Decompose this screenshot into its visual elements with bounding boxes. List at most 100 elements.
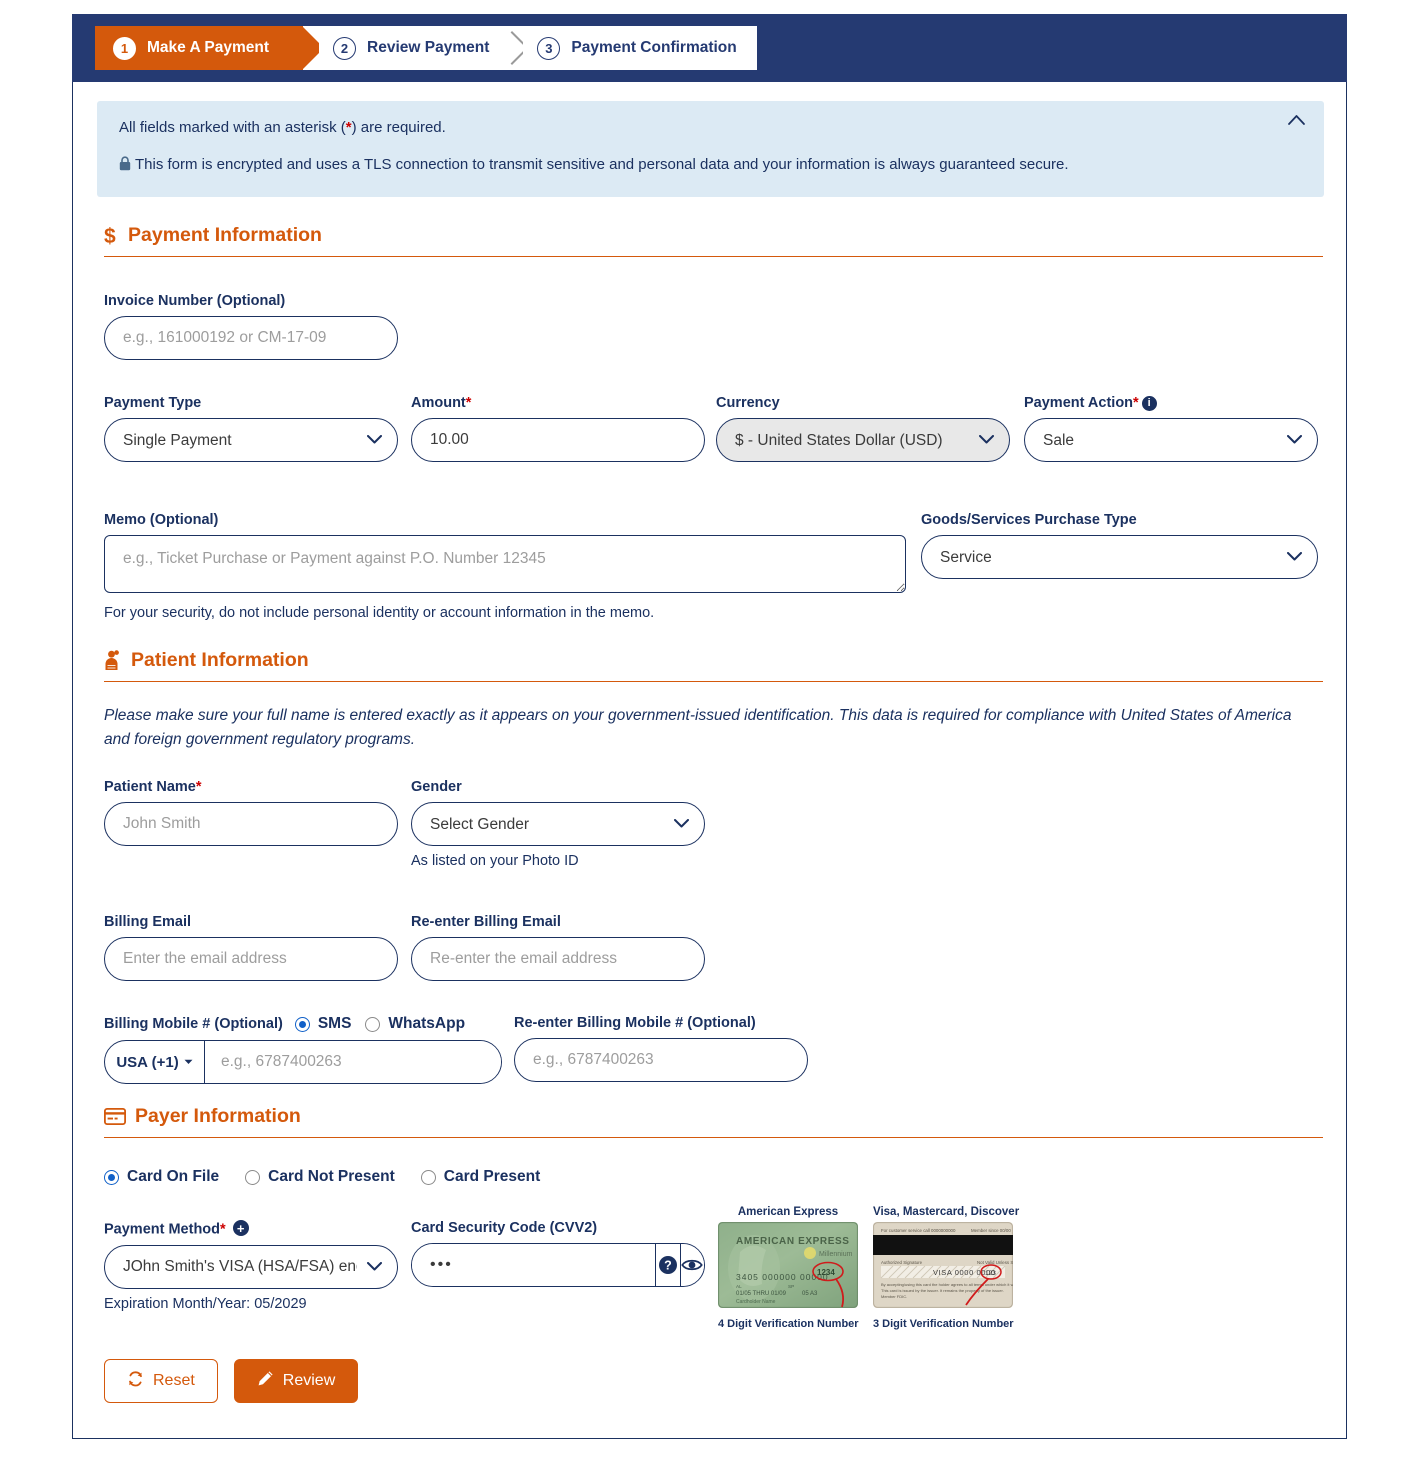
gender-select[interactable]: Select Gender [411, 802, 705, 846]
patient-name-input[interactable] [104, 802, 398, 846]
svg-text:05 A3: 05 A3 [802, 1291, 818, 1297]
payment-action-required-star: * [1133, 395, 1139, 411]
patient-name-label-text: Patient Name [104, 779, 196, 795]
svg-text:Not Valid Unless Signed: Not Valid Unless Signed [977, 1260, 1013, 1265]
cvv-input-group: ? [411, 1243, 705, 1287]
patient-name-field: Patient Name* [104, 779, 398, 846]
invoice-number-input[interactable] [104, 316, 398, 360]
review-button[interactable]: Review [233, 1359, 359, 1403]
step-make-a-payment[interactable]: 1 Make A Payment [95, 26, 325, 70]
patient-name-label: Patient Name* [104, 779, 398, 795]
reset-button-label: Reset [153, 1372, 195, 1389]
patient-information-note: Please make sure your full name is enter… [104, 707, 1292, 749]
card-on-file-radio[interactable]: Card On File [104, 1168, 219, 1186]
gender-label: Gender [411, 779, 462, 795]
card-on-file-radio-indicator [104, 1169, 119, 1185]
svg-text:Member FDIC.: Member FDIC. [881, 1294, 907, 1299]
svg-text:1234: 1234 [817, 1268, 835, 1277]
lock-icon [119, 156, 131, 177]
svg-text:01/05 THRU 01/09: 01/05 THRU 01/09 [736, 1291, 787, 1297]
currency-field: Currency $ - United States Dollar (USD) [716, 395, 1010, 462]
billing-mobile-field: Billing Mobile # (Optional) SMS WhatsApp… [104, 1015, 502, 1084]
amex-card-image: AMERICAN EXPRESS Millennium 3405 000000 … [718, 1222, 858, 1308]
reset-button[interactable]: Reset [104, 1359, 218, 1403]
svg-text:Millennium: Millennium [819, 1251, 853, 1258]
svg-text:Member since 00/00: Member since 00/00 [971, 1228, 1011, 1233]
payment-information-title-row: $ Payment Information [104, 224, 1323, 247]
country-code-label: USA (+1) [116, 1053, 179, 1071]
step-number-3: 3 [537, 36, 561, 60]
country-code-selector[interactable]: USA (+1) [105, 1041, 205, 1083]
step-review-payment[interactable]: 2 Review Payment [319, 26, 524, 70]
security-note-text: This form is encrypted and uses a TLS co… [135, 155, 1069, 173]
payment-action-label-text: Payment Action [1024, 395, 1134, 411]
purchase-type-label: Goods/Services Purchase Type [921, 512, 1137, 528]
reenter-billing-email-input[interactable] [411, 937, 705, 981]
billing-mobile-input[interactable] [205, 1041, 501, 1083]
invoice-number-label: Invoice Number (Optional) [104, 293, 286, 309]
required-fields-note: All fields marked with an asterisk (*) a… [119, 119, 1302, 138]
visa-card-image: For customer service call 0000000000 Mem… [873, 1222, 1032, 1308]
billing-email-field: Billing Email [104, 914, 398, 981]
sms-channel-radio[interactable]: SMS [294, 1015, 351, 1033]
amount-required-star: * [465, 395, 472, 411]
step-number-2: 2 [333, 36, 357, 60]
payment-method-select-wrap: JOhn Smith's VISA (HSA/FSA) end [104, 1244, 398, 1289]
memo-hint: For your security, do not include person… [104, 605, 655, 621]
payment-method-required-star: * [220, 1221, 226, 1238]
visa-card-illustration: Visa, Mastercard, Discover For customer … [873, 1206, 1032, 1330]
card-not-present-label: Card Not Present [268, 1168, 395, 1185]
patient-information-title-row: Patient Information [104, 649, 1323, 672]
svg-text:$: $ [104, 225, 116, 247]
svg-text:By accepting/using this card t: By accepting/using this card the holder … [881, 1282, 1013, 1287]
patient-name-required-star: * [195, 779, 202, 795]
progress-stepper: 1 Make A Payment 2 Review Payment 3 Paym… [95, 26, 757, 70]
purchase-type-select-wrap: Service [921, 535, 1318, 579]
amount-label-text: Amount [411, 395, 466, 411]
payer-information-title-row: Payer Information [104, 1105, 1323, 1128]
amount-field: Amount* [411, 395, 705, 462]
step-number-1: 1 [113, 36, 136, 60]
step-label-3: Payment Confirmation [571, 39, 737, 57]
info-icon[interactable]: i [1141, 395, 1157, 411]
amex-card-title: American Express [737, 1206, 839, 1218]
svg-text:Cardholder Name: Cardholder Name [736, 1299, 776, 1305]
payment-action-field: Payment Action* i Sale [1024, 395, 1318, 462]
reenter-billing-mobile-input[interactable] [514, 1038, 808, 1082]
card-expiration-text: Expiration Month/Year: 05/2029 [104, 1295, 307, 1312]
payment-action-select[interactable]: Sale [1024, 418, 1318, 462]
whatsapp-channel-radio[interactable]: WhatsApp [365, 1015, 465, 1033]
card-mode-radio-group: Card On File Card Not Present Card Prese… [104, 1168, 566, 1186]
eye-icon[interactable] [679, 1244, 704, 1286]
payment-form-card: All fields marked with an asterisk (*) a… [72, 82, 1347, 1439]
payment-method-select[interactable]: JOhn Smith's VISA (HSA/FSA) end [104, 1244, 398, 1289]
card-not-present-radio-indicator [245, 1169, 261, 1185]
reenter-billing-mobile-field: Re-enter Billing Mobile # (Optional) [514, 1015, 808, 1082]
question-mark-icon[interactable]: ? [655, 1244, 680, 1286]
collapse-notice-icon[interactable] [1287, 111, 1306, 130]
purchase-type-select[interactable]: Service [921, 535, 1318, 579]
memo-field: Memo (Optional) For your security, do no… [104, 512, 906, 621]
memo-textarea[interactable] [104, 535, 906, 593]
payment-type-select[interactable]: Single Payment [104, 418, 398, 462]
payment-type-label: Payment Type [104, 395, 202, 411]
pencil-icon [257, 1370, 274, 1392]
card-present-radio[interactable]: Card Present [420, 1168, 540, 1186]
billing-mobile-input-group: USA (+1) [104, 1040, 502, 1084]
svg-text:?: ? [664, 1259, 672, 1273]
amex-card-illustration: American Express AMERICAN EXPRESS Millen… [718, 1206, 859, 1330]
payment-type-field: Payment Type Single Payment [104, 395, 398, 462]
amount-input[interactable] [411, 418, 705, 462]
svg-text:For customer service call 0000: For customer service call 0000000000 [881, 1228, 956, 1233]
add-payment-method-icon[interactable]: + [232, 1220, 249, 1236]
card-not-present-radio[interactable]: Card Not Present [245, 1168, 395, 1186]
step-label-2: Review Payment [367, 39, 490, 57]
gender-select-wrap: Select Gender [411, 802, 705, 846]
svg-text:AL: AL [736, 1284, 742, 1289]
currency-select[interactable]: $ - United States Dollar (USD) [716, 418, 1010, 462]
step-payment-confirmation[interactable]: 3 Payment Confirmation [523, 26, 757, 70]
payment-action-select-wrap: Sale [1024, 418, 1318, 462]
billing-email-input[interactable] [104, 937, 398, 981]
reenter-billing-mobile-label: Re-enter Billing Mobile # (Optional) [514, 1015, 756, 1031]
cvv-input[interactable] [412, 1244, 655, 1286]
